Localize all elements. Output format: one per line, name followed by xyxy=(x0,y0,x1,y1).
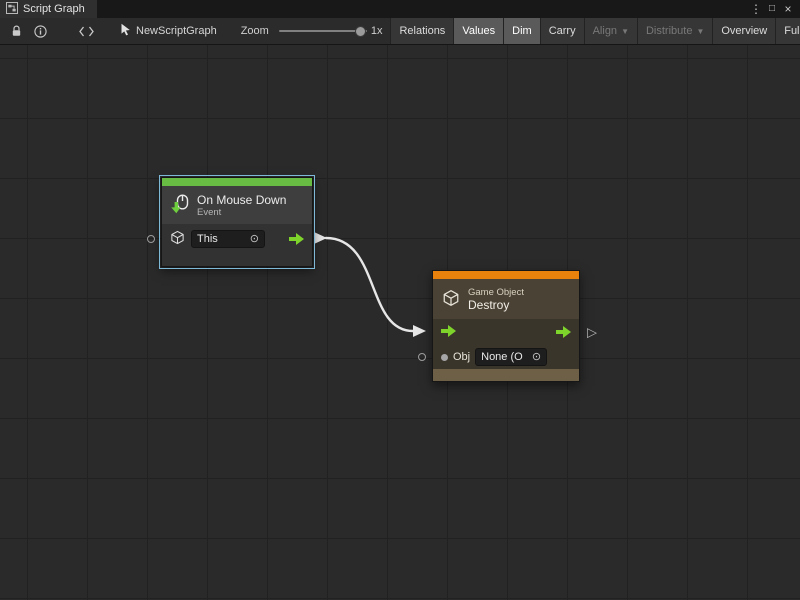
mouse-event-icon xyxy=(170,194,190,217)
flow-arrow-icon xyxy=(441,325,456,337)
relations-label: Relations xyxy=(399,25,445,37)
gameobject-cube-icon xyxy=(442,289,460,310)
target-object-field[interactable]: This ⊙ xyxy=(191,230,265,248)
obj-object-value: None (O xyxy=(481,351,523,363)
connection-layer xyxy=(0,45,800,600)
align-label: Align xyxy=(593,25,617,37)
zoom-slider-track xyxy=(279,30,367,32)
dim-button[interactable]: Dim xyxy=(503,18,540,44)
fullscreen-label: Full Screen xyxy=(784,25,800,37)
obj-input-port[interactable] xyxy=(418,353,426,361)
flow-input-port[interactable] xyxy=(441,325,456,340)
node-title: Destroy xyxy=(468,298,524,312)
flow-connection-wire[interactable] xyxy=(326,238,413,331)
carry-label: Carry xyxy=(549,25,576,37)
maximize-icon[interactable]: □ xyxy=(764,0,780,18)
node-destroy[interactable]: Game Object Destroy ▷ xyxy=(432,270,580,382)
script-graph-icon xyxy=(6,2,18,17)
value-port-dot xyxy=(441,354,448,361)
window-menu-icon[interactable]: ⋮ xyxy=(748,0,764,18)
destroy-node-header[interactable]: Game Object Destroy xyxy=(433,279,579,319)
fullscreen-button[interactable]: Full Screen xyxy=(775,18,800,44)
values-label: Values xyxy=(462,25,495,37)
flow-output-port[interactable] xyxy=(556,326,571,338)
node-title: On Mouse Down xyxy=(197,193,286,207)
event-node-color-strip xyxy=(162,178,312,186)
graph-asset[interactable]: NewScriptGraph xyxy=(120,23,217,39)
info-icon[interactable] xyxy=(28,21,52,41)
gameobject-cube-icon xyxy=(170,230,185,248)
tab-script-graph[interactable]: Script Graph xyxy=(0,0,97,18)
flow-arrow-icon xyxy=(289,233,304,245)
obj-object-field[interactable]: None (O ⊙ xyxy=(475,348,547,366)
chevron-down-icon: ▼ xyxy=(696,27,704,36)
graph-canvas[interactable]: On Mouse Down Event This ⊙ xyxy=(0,45,800,600)
align-button[interactable]: Align ▼ xyxy=(584,18,637,44)
node-category: Game Object xyxy=(468,287,524,298)
toolbar-button-group: Relations Values Dim Carry Align ▼ Distr… xyxy=(390,18,800,44)
destroy-node-color-strip xyxy=(433,271,579,279)
flow-output-port[interactable] xyxy=(289,233,304,245)
destroy-node-body: ▷ Obj None (O ⊙ xyxy=(433,319,579,369)
node-on-mouse-down[interactable]: On Mouse Down Event This ⊙ xyxy=(161,177,313,267)
code-view-icon[interactable] xyxy=(74,21,98,41)
overview-label: Overview xyxy=(721,25,767,37)
lock-icon[interactable] xyxy=(4,21,28,41)
wire-source-arrow-icon xyxy=(314,232,327,244)
zoom-slider[interactable] xyxy=(277,21,369,41)
tab-bar: Script Graph ⋮ □ × xyxy=(0,0,800,18)
node-subtitle: Event xyxy=(197,207,286,218)
distribute-button[interactable]: Distribute ▼ xyxy=(637,18,712,44)
overview-button[interactable]: Overview xyxy=(712,18,775,44)
carry-button[interactable]: Carry xyxy=(540,18,584,44)
graph-name-label: NewScriptGraph xyxy=(136,25,217,37)
dim-label: Dim xyxy=(512,25,532,37)
wire-target-arrow-icon xyxy=(413,325,426,337)
flow-arrow-icon xyxy=(556,326,571,338)
zoom-label: Zoom xyxy=(241,25,269,37)
event-node-header[interactable]: On Mouse Down Event xyxy=(162,186,312,224)
window-controls: ⋮ □ × xyxy=(748,0,800,18)
event-node-body: This ⊙ xyxy=(162,224,312,266)
zoom-slider-knob[interactable] xyxy=(355,26,366,37)
object-picker-icon[interactable]: ⊙ xyxy=(532,352,541,363)
values-button[interactable]: Values xyxy=(453,18,503,44)
flow-exit-triangle-icon: ▷ xyxy=(587,326,597,339)
chevron-down-icon: ▼ xyxy=(621,27,629,36)
pointer-icon xyxy=(120,23,131,39)
distribute-label: Distribute xyxy=(646,25,692,37)
script-graph-window: Script Graph ⋮ □ × xyxy=(0,0,800,600)
tab-title: Script Graph xyxy=(23,3,85,15)
close-icon[interactable]: × xyxy=(780,0,796,18)
destroy-node-footer xyxy=(433,369,579,381)
target-object-value: This xyxy=(197,233,218,245)
graph-toolbar: NewScriptGraph Zoom 1x Relations Values … xyxy=(0,18,800,45)
target-input-port[interactable] xyxy=(147,235,155,243)
object-picker-icon[interactable]: ⊙ xyxy=(250,234,259,245)
obj-port-label: Obj xyxy=(453,351,470,363)
zoom-value: 1x xyxy=(371,25,383,37)
relations-button[interactable]: Relations xyxy=(390,18,453,44)
